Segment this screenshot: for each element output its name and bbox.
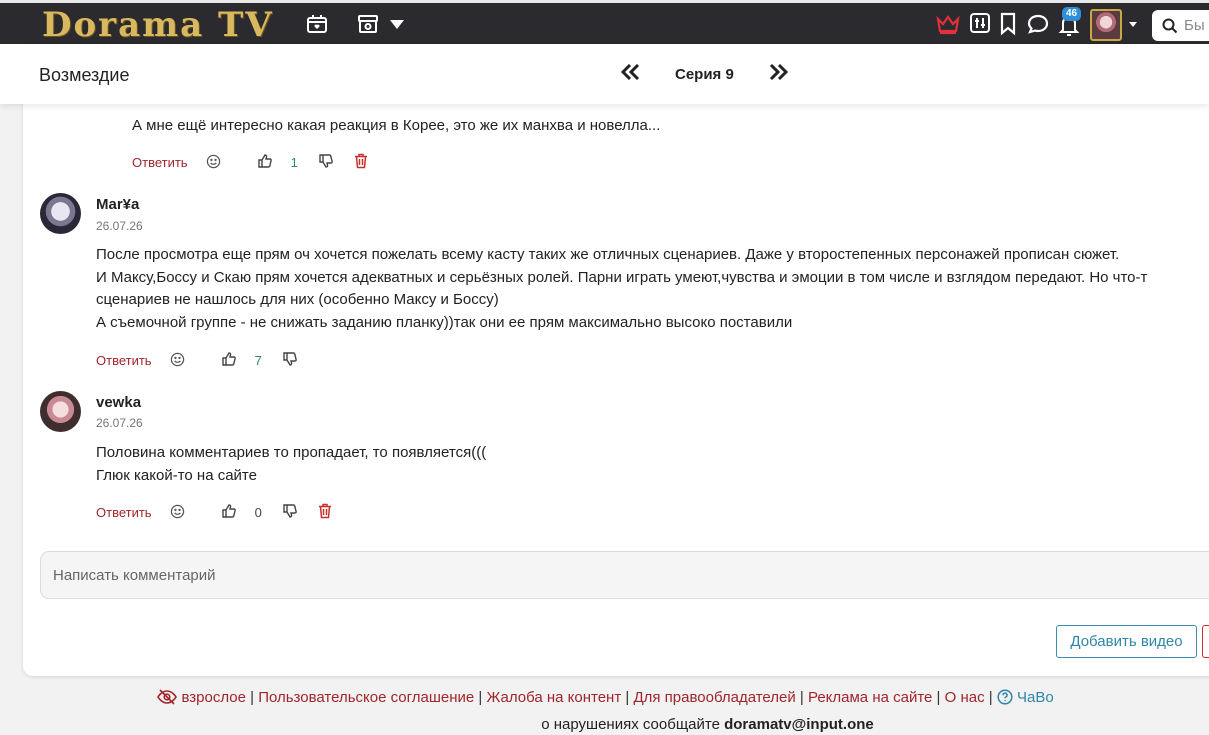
chat-bubble-icon[interactable] — [1026, 12, 1050, 36]
emoji-icon[interactable] — [170, 504, 185, 522]
comment-author[interactable]: Mar¥a — [96, 196, 139, 213]
advertising-link[interactable]: Реклама на сайте — [808, 689, 932, 706]
thumbs-up-icon[interactable] — [221, 351, 237, 370]
settings-sliders-icon[interactable] — [969, 12, 991, 34]
question-circle-icon — [997, 689, 1013, 709]
comment-input[interactable]: Написать комментарий — [40, 551, 1209, 599]
comment-body: После просмотра еще прям оч хочется поже… — [96, 244, 1209, 334]
user-menu-caret-icon[interactable] — [1128, 21, 1138, 29]
like-count: 1 — [290, 155, 298, 170]
comment-actions: Ответить 7 — [96, 351, 298, 370]
bookmark-icon[interactable] — [999, 12, 1017, 36]
next-episode-icon[interactable] — [768, 62, 790, 87]
partial-button[interactable] — [1202, 625, 1209, 658]
comment-actions: Ответить 1 — [132, 153, 368, 172]
thumbs-down-icon[interactable] — [318, 153, 334, 172]
series-title: Возмездие — [39, 65, 130, 85]
comment-date: 26.07.26 — [96, 416, 143, 430]
like-count: 7 — [254, 353, 262, 368]
thumbs-down-icon[interactable] — [282, 503, 298, 522]
faq-link[interactable]: ЧаВо — [1017, 689, 1054, 706]
rightholders-link[interactable]: Для правообладателей — [633, 689, 795, 706]
chevron-down-icon[interactable] — [388, 17, 406, 31]
thumbs-up-icon[interactable] — [257, 153, 273, 172]
report-email[interactable]: doramatv@input.one — [724, 716, 874, 733]
episode-label: Серия 9 — [675, 66, 734, 83]
add-video-button[interactable]: Добавить видео — [1056, 625, 1197, 658]
adult-link[interactable]: взрослое — [181, 689, 245, 706]
user-agreement-link[interactable]: Пользовательское соглашение — [258, 689, 474, 706]
commenter-avatar[interactable] — [40, 391, 81, 432]
comment-body: Половина комментариев то пропадает, то п… — [96, 442, 486, 487]
site-logo[interactable]: Dorama TV — [42, 7, 274, 43]
thumbs-up-icon[interactable] — [221, 503, 237, 522]
comment-input-placeholder: Написать комментарий — [53, 567, 216, 584]
comment-line: Половина комментариев то пропадает, то п… — [96, 444, 487, 461]
comment-line: сценариев не нашлось для них (особенно М… — [96, 291, 499, 308]
emoji-icon[interactable] — [170, 352, 185, 370]
comment-line: А съемочной группе - не снижать заданию … — [96, 313, 793, 331]
footer-report: о нарушениях сообщайте doramatv@input.on… — [0, 716, 1209, 733]
search-placeholder: Бы — [1184, 17, 1205, 34]
previous-episode-icon[interactable] — [619, 62, 641, 87]
comment-line: И Максу,Боссу и Скаю прям хочется адеква… — [96, 268, 1148, 286]
favorites-box-icon[interactable] — [305, 12, 329, 36]
report-text: о нарушениях сообщайте — [541, 716, 720, 733]
search-input[interactable]: Бы — [1152, 10, 1209, 41]
comment-date: 26.07.26 — [96, 219, 143, 233]
user-avatar[interactable] — [1090, 9, 1122, 41]
emoji-icon[interactable] — [206, 154, 221, 172]
reply-button[interactable]: Ответить — [96, 505, 152, 520]
episode-navigation: Серия 9 — [619, 62, 790, 87]
top-navbar: Dorama TV 46 Бы — [0, 0, 1209, 44]
content-complaint-link[interactable]: Жалоба на контент — [486, 689, 621, 706]
comment-text: А мне ещё интересно какая реакция в Коре… — [132, 117, 661, 134]
crown-icon[interactable] — [935, 12, 961, 36]
archive-icon[interactable] — [356, 12, 380, 36]
comment-actions: Ответить 0 — [96, 503, 332, 522]
about-link[interactable]: О нас — [945, 689, 985, 706]
comment-line: После просмотра еще прям оч хочется поже… — [96, 246, 1120, 263]
delete-icon[interactable] — [318, 503, 332, 522]
delete-icon[interactable] — [354, 153, 368, 172]
comment-line: Глюк какой-то на сайте — [96, 466, 257, 484]
eye-slash-icon — [157, 689, 178, 709]
thumbs-down-icon[interactable] — [282, 351, 298, 370]
reply-button[interactable]: Ответить — [132, 155, 188, 170]
reply-button[interactable]: Ответить — [96, 353, 152, 368]
commenter-avatar[interactable] — [40, 193, 81, 234]
like-count: 0 — [254, 505, 262, 520]
series-subheader: Возмездие Серия 9 — [0, 44, 1209, 104]
search-icon — [1162, 18, 1178, 33]
comment-author[interactable]: vewka — [96, 394, 141, 411]
footer-links: взрослое | Пользовательское соглашение |… — [0, 689, 1209, 709]
notification-count-badge: 46 — [1062, 7, 1082, 21]
